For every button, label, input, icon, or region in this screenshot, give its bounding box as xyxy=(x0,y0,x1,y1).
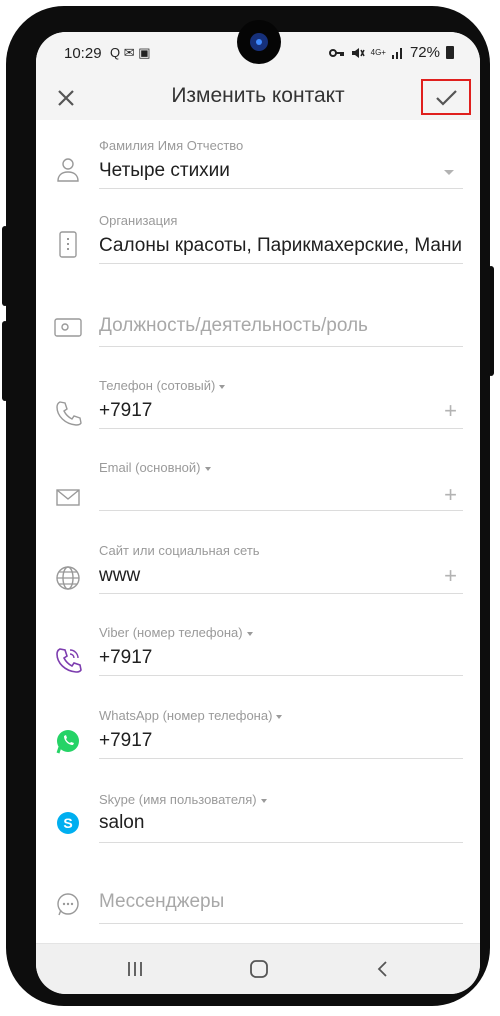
person-icon xyxy=(57,158,79,182)
field-underline xyxy=(99,842,463,843)
skype-icon: S xyxy=(57,812,79,834)
app-bar: Изменить контакт xyxy=(36,76,480,120)
field-name[interactable]: Фамилия Имя Отчество Четыре стихии xyxy=(36,132,480,202)
status-time: 10:29 xyxy=(64,45,102,62)
field-value[interactable]: +7917 xyxy=(99,400,152,422)
globe-icon xyxy=(56,566,80,590)
field-label: Viber (номер телефона) xyxy=(99,625,253,640)
field-underline xyxy=(99,428,463,429)
building-icon xyxy=(59,231,77,258)
add-website-button[interactable]: + xyxy=(444,563,457,589)
system-nav-bar xyxy=(36,943,480,994)
field-label: Телефон (сотовый) xyxy=(99,378,226,393)
field-messengers[interactable]: Мессенджеры xyxy=(36,877,480,937)
field-placeholder[interactable]: Мессенджеры xyxy=(99,891,224,913)
field-whatsapp[interactable]: WhatsApp (номер телефона) +7917 xyxy=(36,702,480,772)
save-button[interactable] xyxy=(421,79,471,115)
field-label: Сайт или социальная сеть xyxy=(99,543,260,558)
field-label: Фамилия Имя Отчество xyxy=(99,138,244,153)
field-underline xyxy=(99,675,463,676)
chat-icon xyxy=(57,893,79,916)
dropdown-arrow-icon[interactable] xyxy=(444,170,454,175)
battery-icon xyxy=(446,46,454,59)
recent-apps-button[interactable] xyxy=(120,956,150,982)
field-placeholder[interactable]: Должность/деятельность/роль xyxy=(99,315,368,337)
field-value[interactable]: Салоны красоты, Парикмахерские, Маникюр xyxy=(99,235,463,256)
field-value[interactable]: www xyxy=(99,565,140,587)
field-underline xyxy=(99,188,463,189)
back-icon xyxy=(377,961,387,977)
field-underline xyxy=(99,923,463,924)
network-type: 4G+ xyxy=(370,48,386,57)
field-label: Организация xyxy=(99,213,178,228)
field-skype[interactable]: S Skype (имя пользователя) salon xyxy=(36,786,480,856)
field-value[interactable]: +7917 xyxy=(99,647,152,669)
back-button[interactable] xyxy=(368,956,398,982)
field-label: Email (основной) xyxy=(99,460,211,475)
field-website[interactable]: Сайт или социальная сеть www + xyxy=(36,537,480,607)
notification-icons: Q ✉ ▣ xyxy=(110,45,151,60)
add-email-button[interactable]: + xyxy=(444,482,457,508)
viber-icon xyxy=(56,648,82,673)
signal-icon xyxy=(391,47,402,59)
check-icon xyxy=(436,90,457,106)
field-underline xyxy=(99,263,463,264)
field-organization[interactable]: Организация Салоны красоты, Парикмахерск… xyxy=(36,207,480,277)
id-card-icon xyxy=(54,318,82,337)
vpn-key-icon xyxy=(328,48,344,57)
screen: 10:29 Q ✉ ▣ 4G+ 72% Изменить контакт Фам… xyxy=(36,32,480,994)
field-phone[interactable]: Телефон (сотовый) +7917 + xyxy=(36,372,480,442)
field-position[interactable]: Должность/деятельность/роль xyxy=(36,300,480,360)
front-camera xyxy=(237,20,281,64)
field-viber[interactable]: Viber (номер телефона) +7917 xyxy=(36,619,480,689)
field-email[interactable]: Email (основной) + xyxy=(36,454,480,524)
field-underline xyxy=(99,758,463,759)
field-label: Skype (имя пользователя) xyxy=(99,792,267,807)
field-value[interactable]: +7917 xyxy=(99,730,152,752)
side-button-left xyxy=(2,321,8,401)
recent-apps-icon xyxy=(128,962,142,976)
phone-frame: 10:29 Q ✉ ▣ 4G+ 72% Изменить контакт Фам… xyxy=(2,6,494,1006)
home-button[interactable] xyxy=(244,956,274,982)
phone-icon xyxy=(56,401,82,426)
field-label: WhatsApp (номер телефона) xyxy=(99,708,283,723)
add-phone-button[interactable]: + xyxy=(444,398,457,424)
battery-percent: 72% xyxy=(409,44,440,61)
side-button-power xyxy=(488,266,494,376)
svg-text:S: S xyxy=(63,815,72,831)
status-right: 4G+ 72% xyxy=(328,44,454,61)
field-underline xyxy=(99,510,463,511)
field-underline xyxy=(99,593,463,594)
mute-icon xyxy=(351,47,365,58)
home-icon xyxy=(250,960,268,978)
whatsapp-icon xyxy=(56,730,79,754)
field-value[interactable]: Четыре стихии xyxy=(99,160,230,182)
page-title: Изменить контакт xyxy=(171,84,345,107)
side-button-volume xyxy=(2,226,8,306)
mail-icon xyxy=(56,489,80,506)
field-value[interactable]: salon xyxy=(99,812,144,834)
field-underline xyxy=(99,346,463,347)
